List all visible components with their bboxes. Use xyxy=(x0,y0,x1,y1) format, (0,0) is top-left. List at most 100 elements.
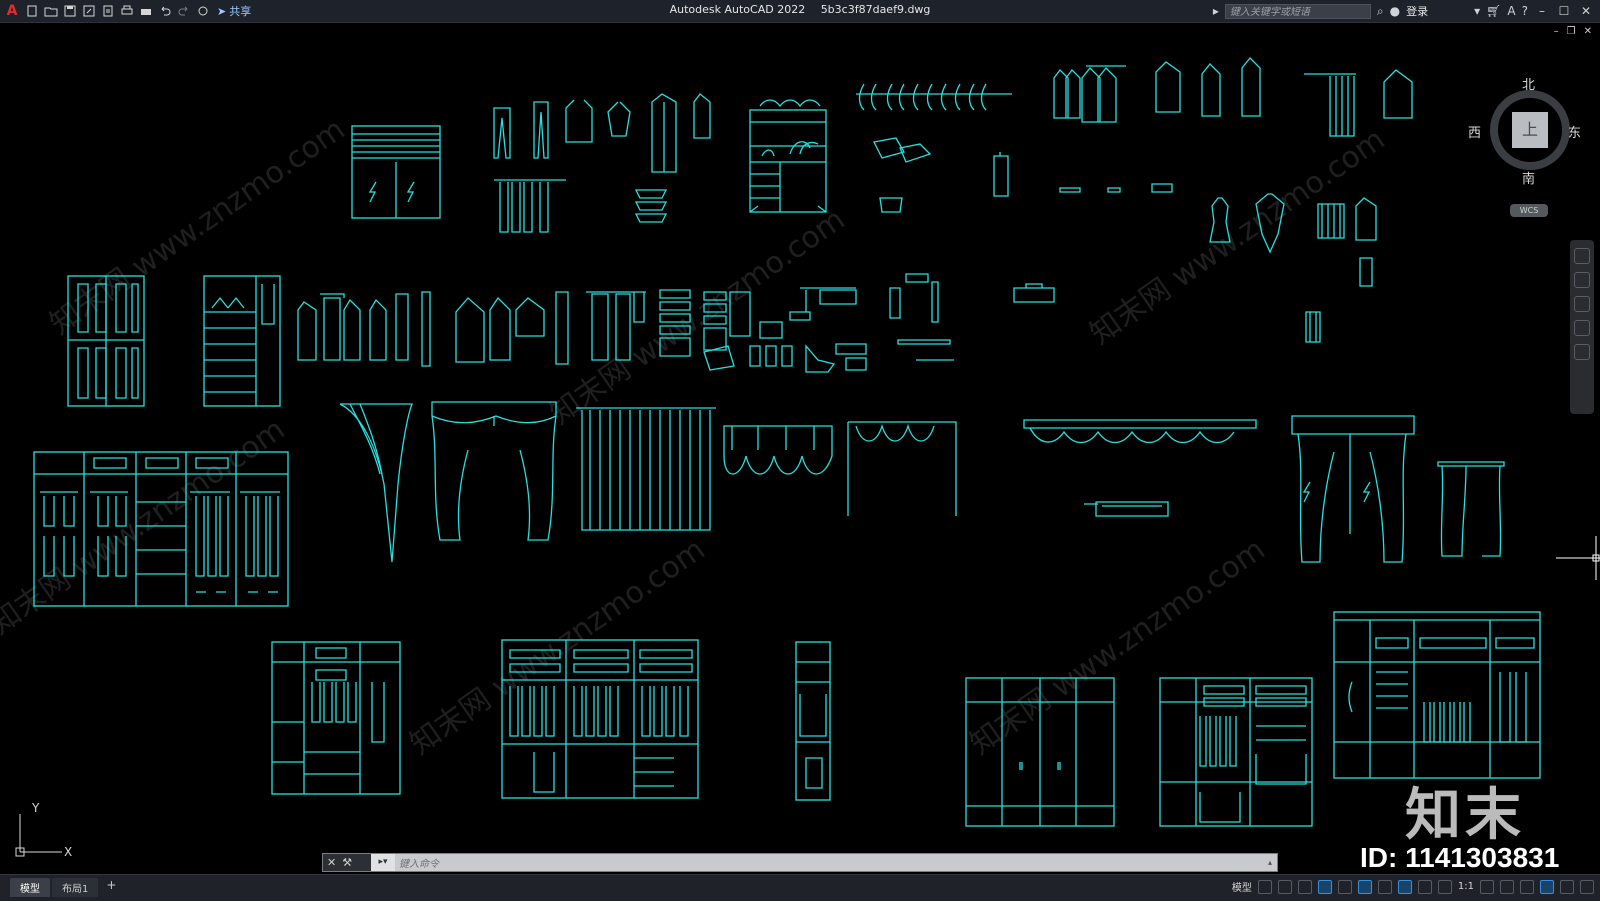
status-toggles: 模型 1:1 xyxy=(1232,879,1594,894)
chevron-down-icon[interactable]: ▾ xyxy=(1474,3,1480,19)
file-name: 5b3c3f87daef9.dwg xyxy=(820,3,931,16)
crosshair-cursor xyxy=(1556,536,1600,580)
wrench-icon[interactable]: ⚒ xyxy=(342,856,352,869)
publish-icon[interactable] xyxy=(101,4,115,18)
brand-logo: 知末 xyxy=(1405,783,1525,848)
save-icon[interactable] xyxy=(63,4,77,18)
save-as-icon[interactable] xyxy=(82,4,96,18)
share-icon: ➤ xyxy=(217,4,227,18)
user-icon[interactable]: ● xyxy=(1390,3,1400,19)
command-line-controls: ✕ ⚒ xyxy=(323,854,371,871)
clothes-middle-row xyxy=(297,273,954,373)
resource-id: ID: 1141303831 xyxy=(1360,842,1560,873)
ortho-icon[interactable] xyxy=(1297,879,1312,894)
recent-commands-button[interactable]: ▸▾ xyxy=(371,854,395,871)
ucs-y-label: Y xyxy=(31,801,40,815)
display-cabinet xyxy=(749,99,827,213)
model-space-button[interactable]: 模型 xyxy=(1232,879,1252,894)
login-button[interactable]: 登录 xyxy=(1406,3,1428,19)
close-button[interactable]: ✕ xyxy=(1578,4,1594,18)
shutter-wardrobe xyxy=(67,275,145,407)
compass-south[interactable]: 南 xyxy=(1522,168,1535,187)
clothes-top-right xyxy=(993,57,1413,197)
ucs-icon: Y X xyxy=(15,801,72,859)
open-folder-icon[interactable] xyxy=(44,4,58,18)
status-bar: 模型 布局1 + 模型 1:1 xyxy=(0,874,1600,901)
hanger-rod xyxy=(856,83,1012,213)
steering-wheel-icon[interactable] xyxy=(1574,248,1590,264)
customization-menu-icon[interactable] xyxy=(1580,879,1594,894)
chevron-up-icon[interactable]: ▴ xyxy=(1263,858,1277,867)
cart-icon[interactable]: 🛒︎ xyxy=(1486,3,1501,19)
auto-scale-icon[interactable] xyxy=(1417,879,1432,894)
share-label: 共享 xyxy=(229,5,252,18)
minimize-button[interactable]: – xyxy=(1534,4,1550,18)
hardware-acceleration-icon[interactable] xyxy=(1540,879,1554,894)
annotation-scale-icon[interactable] xyxy=(1437,879,1452,894)
autocad-logo-icon[interactable]: A xyxy=(4,3,20,19)
new-file-icon[interactable] xyxy=(25,4,39,18)
polar-icon[interactable] xyxy=(1317,879,1332,894)
workspace-icon[interactable] xyxy=(196,4,210,18)
object-snap-icon[interactable] xyxy=(1377,879,1392,894)
isodraft-icon[interactable] xyxy=(1337,879,1352,894)
plot-icon[interactable] xyxy=(120,4,134,18)
garments-right xyxy=(1013,193,1377,343)
help-icon[interactable]: ? xyxy=(1522,3,1528,19)
quick-access-toolbar: A ➤ 共享 xyxy=(4,2,252,20)
drawing-canvas[interactable]: 知末网 www.znzmo.com 知末网 www.znzmo.com 知末网 … xyxy=(0,22,1600,872)
gear-icon[interactable] xyxy=(1480,879,1494,894)
narrow-cabinet xyxy=(795,641,831,801)
showmotion-icon[interactable] xyxy=(1574,344,1590,360)
titlebar-right: ▸ 键入关键字或短语 ⌕ ● 登录 ▾ 🛒︎ A ? – ☐ ✕ xyxy=(1213,2,1594,20)
clothes-top-group xyxy=(493,93,711,233)
compass-west[interactable]: 西 xyxy=(1468,122,1481,141)
shoe-cabinet xyxy=(203,275,281,407)
plus-icon[interactable] xyxy=(1500,879,1514,894)
compass-east[interactable]: 东 xyxy=(1568,122,1581,141)
redo-icon[interactable] xyxy=(177,4,191,18)
compass-north[interactable]: 北 xyxy=(1522,74,1535,93)
tab-model[interactable]: 模型 xyxy=(10,878,50,897)
wardrobe-bottom-4 xyxy=(1159,677,1313,827)
curtains-row xyxy=(339,401,1505,563)
viewcube-top-face[interactable]: 上 xyxy=(1512,112,1548,148)
app-name: Autodesk AutoCAD 2022 xyxy=(669,3,806,16)
grid-icon[interactable] xyxy=(1257,879,1272,894)
orbit-icon[interactable] xyxy=(1574,320,1590,336)
wcs-menu[interactable]: WCS xyxy=(1510,204,1548,217)
cad-drawing xyxy=(33,57,1541,827)
wardrobe-bottom-2 xyxy=(501,639,699,799)
search-icon[interactable]: ⌕ xyxy=(1377,3,1384,19)
undo-icon[interactable] xyxy=(158,4,172,18)
wardrobe-large-left xyxy=(33,451,289,607)
zoom-icon[interactable] xyxy=(1574,296,1590,312)
wardrobe-4-door xyxy=(965,677,1115,827)
add-layout-icon[interactable]: + xyxy=(100,878,122,897)
expand-arrow-icon[interactable]: ▸ xyxy=(1213,3,1219,19)
title-bar: A ➤ 共享 Autodesk AutoCAD 2022 5b3c3f87dae… xyxy=(0,0,1600,23)
isolate-objects-icon[interactable] xyxy=(1520,879,1534,894)
window-drawing xyxy=(351,125,441,219)
share-button[interactable]: ➤ 共享 xyxy=(217,3,251,19)
command-line: ✕ ⚒ ▸▾ 键入命令 ▴ xyxy=(322,853,1278,872)
ucs-x-label: X xyxy=(64,845,72,859)
tab-layout1[interactable]: 布局1 xyxy=(52,878,99,897)
layout-tabs: 模型 布局1 + xyxy=(10,878,122,897)
clean-screen-icon[interactable] xyxy=(1560,879,1574,894)
print-icon[interactable] xyxy=(139,4,153,18)
pan-icon[interactable] xyxy=(1574,272,1590,288)
viewcube[interactable]: 上 北 南 东 西 xyxy=(1468,78,1581,187)
command-input[interactable]: 键入命令 xyxy=(395,855,1263,870)
a360-icon[interactable]: A xyxy=(1507,3,1515,19)
wardrobe-bottom-1 xyxy=(271,641,401,795)
scale-label[interactable]: 1:1 xyxy=(1458,881,1474,892)
wardrobe-large-right xyxy=(1333,611,1541,779)
close-icon[interactable]: ✕ xyxy=(327,856,336,869)
navigation-bar xyxy=(1570,240,1594,414)
maximize-button[interactable]: ☐ xyxy=(1556,4,1572,18)
object-snap-tracking-icon[interactable] xyxy=(1357,879,1372,894)
snap-icon[interactable] xyxy=(1277,879,1292,894)
annotation-visibility-icon[interactable] xyxy=(1397,879,1412,894)
search-input[interactable]: 键入关键字或短语 xyxy=(1224,3,1371,19)
